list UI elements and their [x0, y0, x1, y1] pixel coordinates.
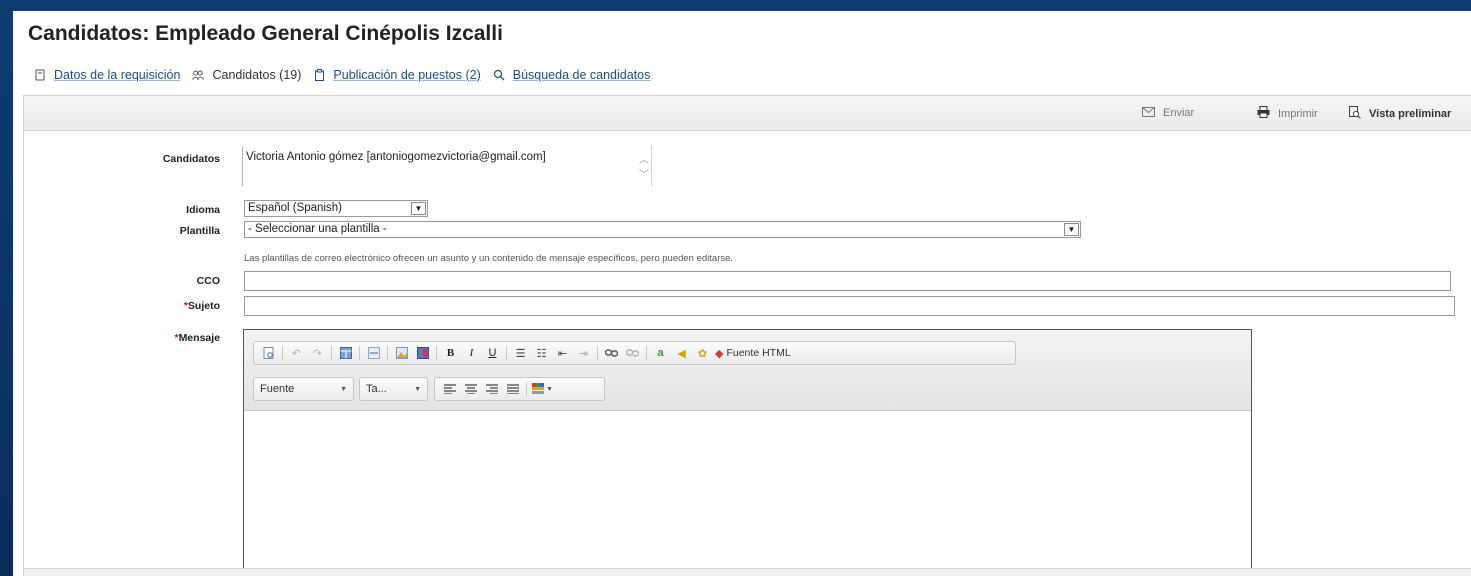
send-label: Enviar [1163, 107, 1195, 119]
language-value: Español (Spanish) [248, 202, 342, 214]
cco-label: CCO [196, 275, 220, 287]
scroll-down-icon[interactable]: ﹀ [639, 166, 649, 181]
people-icon [192, 69, 205, 81]
printer-icon [1257, 106, 1270, 121]
chevron-down-icon: ▼ [1064, 223, 1079, 236]
message-label-text: Mensaje [178, 332, 220, 344]
subject-input[interactable] [244, 296, 1455, 316]
preview-button[interactable]: Vista preliminar [1349, 106, 1451, 122]
document-icon [34, 69, 46, 81]
preview-doc-icon[interactable] [260, 345, 277, 362]
font-combo-label: Fuente [260, 383, 295, 395]
tab-candidate-search[interactable]: Búsqueda de candidatos [493, 68, 651, 82]
special-char-icon[interactable]: ◀ [673, 345, 690, 362]
separator [526, 382, 527, 396]
subject-label-text: Sujeto [187, 300, 220, 312]
app-frame: Candidatos: Empleado General Cinépolis I… [13, 11, 1471, 576]
template-value: - Seleccionar una plantilla - [248, 223, 387, 235]
alignment-group: ▼ [434, 377, 605, 401]
print-label: Imprimir [1278, 107, 1318, 120]
separator [387, 346, 388, 360]
language-label: Idioma [186, 204, 220, 216]
outdent-icon[interactable]: ⇤ [554, 345, 571, 362]
italic-icon[interactable]: I [463, 345, 480, 362]
align-left-icon[interactable] [441, 381, 458, 398]
table-icon[interactable] [337, 345, 354, 362]
candidates-label: Candidatos [162, 153, 220, 165]
numbered-list-icon[interactable]: ☰ [512, 345, 529, 362]
font-combo[interactable]: Fuente ▼ [253, 377, 354, 401]
separator [597, 346, 598, 360]
cco-input[interactable] [244, 271, 1451, 291]
source-code-icon: ◆ [715, 347, 724, 360]
chevron-down-icon: ▼ [340, 385, 347, 393]
send-button[interactable]: Enviar [1142, 106, 1194, 120]
editor-toolbar: ↶ ↷ B I U ☰ ☷ ⇤ ⇥ a ◀ ✿ ◆ Fuente HTML Fu… [244, 330, 1251, 411]
separator [506, 346, 507, 360]
subject-label: *Sujeto [24, 300, 220, 312]
separator [331, 346, 332, 360]
tab-job-postings-label[interactable]: Publicación de puestos (2) [333, 68, 480, 82]
separator [282, 346, 283, 360]
undo-icon[interactable]: ↶ [288, 345, 305, 362]
spellcheck-icon[interactable]: a [652, 345, 669, 362]
rich-text-editor: ↶ ↷ B I U ☰ ☷ ⇤ ⇥ a ◀ ✿ ◆ Fuente HTML Fu… [243, 329, 1252, 576]
image-icon[interactable] [393, 345, 410, 362]
html-source-button[interactable]: ◆ Fuente HTML [715, 345, 791, 362]
panel-footer [24, 568, 1471, 576]
envelope-icon [1142, 106, 1155, 120]
candidates-value: Victoria Antonio gómez [antoniogomezvict… [246, 151, 546, 163]
message-label: *Mensaje [24, 332, 220, 344]
align-center-icon[interactable] [462, 381, 479, 398]
bold-icon[interactable]: B [442, 345, 459, 362]
separator [436, 346, 437, 360]
scroll-up-icon[interactable]: ︿ [639, 151, 649, 166]
color-picker-icon[interactable]: ▼ [532, 381, 553, 398]
template-select[interactable]: - Seleccionar una plantilla - ▼ [244, 221, 1081, 238]
editor-toolbar-row-1: ↶ ↷ B I U ☰ ☷ ⇤ ⇥ a ◀ ✿ ◆ Fuente HTML [253, 341, 1016, 365]
template-hint: Las plantillas de correo electrónico ofr… [244, 253, 734, 264]
size-combo-label: Ta... [366, 383, 387, 395]
html-source-label: Fuente HTML [726, 347, 791, 359]
tab-requisition-data[interactable]: Datos de la requisición [34, 68, 180, 82]
smiley-icon[interactable]: ✿ [694, 345, 711, 362]
separator [359, 346, 360, 360]
underline-icon[interactable]: U [484, 345, 501, 362]
separator [646, 346, 647, 360]
print-button[interactable]: Imprimir [1257, 106, 1318, 121]
candidates-field[interactable]: Victoria Antonio gómez [antoniogomezvict… [242, 146, 652, 186]
indent-icon[interactable]: ⇥ [575, 345, 592, 362]
action-toolbar: Enviar Imprimir Vista preliminar [24, 96, 1471, 131]
chevron-down-icon: ▼ [414, 385, 421, 393]
clipboard-icon [313, 69, 325, 81]
email-panel: Enviar Imprimir Vista preliminar Candida… [23, 95, 1471, 576]
chevron-down-icon: ▼ [411, 202, 426, 215]
tab-requisition-data-label[interactable]: Datos de la requisición [54, 68, 180, 82]
align-right-icon[interactable] [483, 381, 500, 398]
size-combo-inner: Ta... ▼ [362, 380, 425, 398]
search-icon [493, 69, 505, 81]
tab-candidate-search-label[interactable]: Búsqueda de candidatos [513, 68, 651, 82]
horizontal-rule-icon[interactable] [365, 345, 382, 362]
font-combo-inner: Fuente ▼ [256, 380, 351, 398]
align-justify-icon[interactable] [504, 381, 521, 398]
unlink-icon[interactable] [624, 345, 641, 362]
bulleted-list-icon[interactable]: ☷ [533, 345, 550, 362]
tab-bar: Datos de la requisición Candidatos (19) … [34, 68, 662, 82]
size-combo[interactable]: Ta... ▼ [359, 377, 428, 401]
preview-icon [1349, 106, 1361, 122]
page-title: Candidatos: Empleado General Cinépolis I… [28, 22, 503, 45]
tab-candidates[interactable]: Candidatos (19) [192, 68, 301, 82]
language-select[interactable]: Español (Spanish) ▼ [244, 200, 428, 217]
redo-icon[interactable]: ↷ [309, 345, 326, 362]
template-label: Plantilla [179, 225, 220, 237]
link-icon[interactable] [603, 345, 620, 362]
tab-job-postings[interactable]: Publicación de puestos (2) [313, 68, 481, 82]
preview-label: Vista preliminar [1369, 108, 1452, 120]
editor-body[interactable] [244, 411, 1251, 576]
tab-candidates-label[interactable]: Candidatos (19) [212, 68, 301, 82]
flash-icon[interactable] [414, 345, 431, 362]
